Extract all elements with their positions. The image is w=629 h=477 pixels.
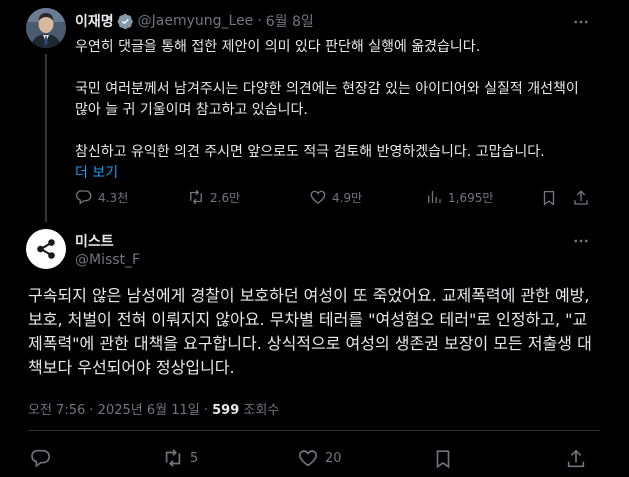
retweet-button[interactable]: 2.6만 [187, 188, 240, 206]
tweet-action-bar: 5 20 [28, 447, 600, 471]
bookmark-icon[interactable] [540, 189, 558, 207]
views-button[interactable]: 1,695만 [425, 188, 493, 206]
like-count: 20 [325, 450, 342, 466]
bookmark-icon[interactable] [432, 448, 454, 470]
parent-tweet[interactable]: 이재명 @Jaemyung_Lee · 6월 8일 우연히 댓글을 통해 접한 … [0, 0, 629, 222]
reply-icon [31, 449, 51, 468]
tweet-paragraph: 우연히 댓글을 통해 접한 제안이 의미 있다 판단해 실행에 옮겼습니다. [75, 39, 481, 55]
tweet-paragraph: 국민 여러분께서 남겨주시는 다양한 의견에는 현장감 있는 아이디어와 실질적… [75, 81, 579, 118]
tweet-text: 구속되지 않은 남성에게 경찰이 보호하던 여성이 또 죽었어요. 교제폭력에 … [28, 286, 592, 377]
separator-dot: · [203, 403, 208, 418]
divider [28, 430, 600, 431]
views-count: 599 [212, 403, 240, 418]
retweet-button[interactable]: 5 [162, 447, 198, 469]
handle[interactable]: @Jaemyung_Lee [138, 13, 254, 29]
reply-button[interactable]: 4.3천 [75, 188, 128, 206]
share-icon[interactable] [572, 189, 590, 207]
avatar-photo-icon [26, 8, 66, 48]
views-label: 조회수 [243, 403, 280, 418]
like-button[interactable]: 20 [297, 447, 342, 469]
verified-badge-icon [117, 13, 133, 29]
tweet-date[interactable]: 2025년 6월 11일 [98, 403, 200, 418]
handle[interactable]: @Misst_F [75, 252, 140, 268]
display-name[interactable]: 이재명 [75, 11, 114, 31]
like-button[interactable]: 4.9만 [309, 188, 362, 206]
like-count: 4.9만 [332, 190, 363, 205]
views-count: 1,695만 [448, 190, 494, 205]
share-icon[interactable] [565, 448, 587, 470]
reply-icon [75, 190, 92, 205]
more-options-icon[interactable] [572, 13, 590, 31]
reply-button[interactable] [30, 447, 58, 469]
tweet-header: 이재명 @Jaemyung_Lee · 6월 8일 [75, 11, 314, 31]
tweet-paragraph: 참신하고 유익한 의견 주시면 앞으로도 적극 검토해 반영하겠습니다. 고맙습… [75, 144, 545, 160]
show-more-link[interactable]: 더 보기 [75, 163, 595, 184]
retweet-count: 5 [190, 450, 199, 466]
heart-icon [299, 450, 317, 467]
separator-dot: · [89, 403, 94, 418]
more-options-icon[interactable] [572, 232, 590, 250]
tweet-time[interactable]: 오전 7:56 [28, 403, 85, 418]
tweet-action-bar: 4.3천 2.6만 4.9만 1,695만 [75, 188, 595, 208]
display-name[interactable]: 미스트 [75, 231, 114, 251]
heart-icon [310, 190, 326, 204]
reply-count: 4.3천 [98, 190, 129, 205]
avatar[interactable] [26, 229, 66, 269]
tweet-date[interactable]: 6월 8일 [266, 11, 314, 31]
thread-connector-line [45, 54, 47, 222]
views-icon [428, 191, 441, 203]
share-logo-icon [37, 239, 55, 259]
avatar[interactable] [26, 8, 66, 48]
retweet-icon [165, 449, 181, 467]
separator-dot: · [257, 13, 262, 29]
tweet-text: 우연히 댓글을 통해 접한 제안이 의미 있다 판단해 실행에 옮겼습니다. 국… [75, 37, 595, 184]
tweet-meta: 오전 7:56 · 2025년 6월 11일 · 599 조회수 [28, 399, 279, 418]
retweet-icon [190, 189, 202, 205]
retweet-count: 2.6만 [210, 190, 241, 205]
